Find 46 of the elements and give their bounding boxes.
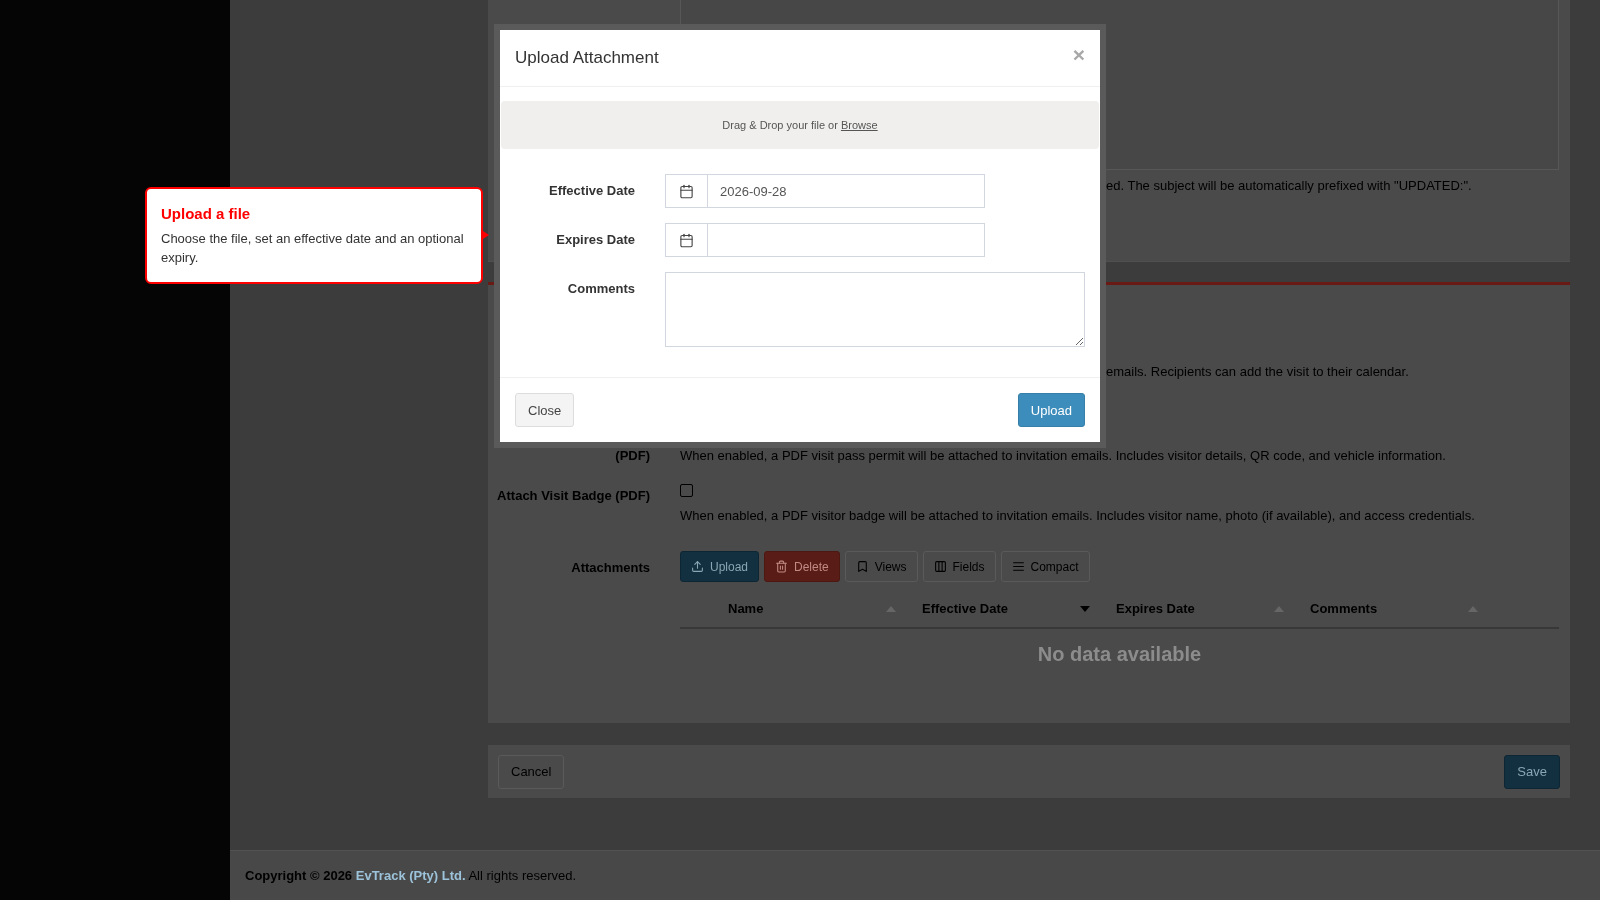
- description-text: When enabled, a PDF visitor badge will be attached to invitation emails. Includes visitor name, photo (if available), and access credentials.: [680, 508, 1475, 524]
- upload-icon: [691, 560, 704, 573]
- toolbar-button[interactable]: Fields: [922, 551, 996, 582]
- browse-link[interactable]: Browse: [840, 119, 878, 131]
- tooltip-text: Choose the file, set an effective date and an optional expiry.: [161, 230, 465, 267]
- toolbar-button[interactable]: Views: [844, 551, 918, 582]
- close-button[interactable]: ×: [1072, 44, 1085, 65]
- description-text: emails. Recipients can add the visit to their calendar.: [1106, 364, 1409, 380]
- trash-icon: [775, 560, 789, 573]
- checkbox[interactable]: [680, 484, 693, 497]
- dialog-title: Upload Attachment: [515, 48, 659, 68]
- column-header[interactable]: Effective Date: [908, 590, 1102, 627]
- close-dialog-button[interactable]: Close: [515, 393, 575, 427]
- column-header[interactable]: Expires Date: [1102, 590, 1296, 627]
- company-link[interactable]: EvTrack (Pty) Ltd.: [355, 868, 466, 883]
- upload-button[interactable]: Upload: [1017, 393, 1085, 427]
- date-field[interactable]: 2026-09-28: [708, 174, 985, 208]
- column-header[interactable]: Name: [714, 590, 908, 627]
- field-label: Effective Date: [549, 182, 635, 199]
- comments-field[interactable]: [665, 272, 1085, 347]
- cancel-button[interactable]: Cancel: [498, 754, 565, 789]
- save-button[interactable]: Save: [1504, 754, 1560, 789]
- calendar-button[interactable]: [665, 223, 708, 257]
- copyright-notice: Copyright © 2026 EvTrack (Pty) Ltd. All rights reserved.: [245, 868, 577, 883]
- drop-instructions: Drag & Drop your file or Browse: [722, 119, 878, 131]
- calendar-icon: [679, 232, 694, 248]
- lines-icon: [1011, 560, 1025, 573]
- field-label: Expires Date: [556, 231, 635, 248]
- bookmark-icon: [855, 560, 869, 573]
- column-header[interactable]: Comments: [1296, 590, 1490, 627]
- field-label: (PDF): [615, 448, 650, 464]
- tooltip-title: Upload a file: [161, 205, 252, 222]
- toolbar-button[interactable]: Delete: [764, 551, 840, 582]
- field-label: Attachments: [571, 560, 650, 576]
- toolbar-button[interactable]: Upload: [680, 551, 760, 582]
- calendar-icon: [679, 183, 694, 199]
- field-label: Comments: [567, 280, 635, 297]
- columns-icon: [933, 560, 947, 573]
- toolbar-button[interactable]: Compact: [1000, 551, 1090, 582]
- description-text: When enabled, a PDF visit pass permit will be attached to invitation emails. Includes visitor details, QR code, and vehicle information.: [680, 448, 1446, 464]
- calendar-button[interactable]: [665, 174, 708, 208]
- drop-zone[interactable]: Drag & Drop your file or Browse: [501, 101, 1099, 149]
- empty-table-message: No data available: [1037, 642, 1202, 666]
- date-field[interactable]: [708, 223, 985, 257]
- field-label: Attach Visit Badge (PDF): [497, 488, 650, 504]
- help-text: ed. The subject will be automatically prefixed with "UPDATED:".: [1106, 178, 1473, 194]
